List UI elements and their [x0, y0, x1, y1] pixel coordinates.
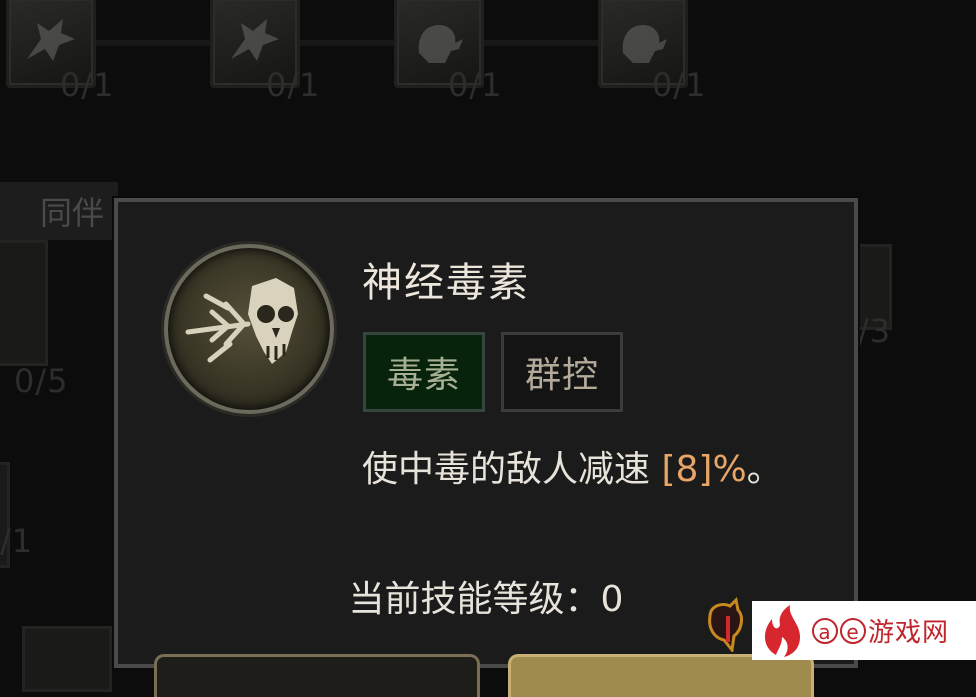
level-label: 当前技能等级：: [348, 579, 601, 620]
skill-count: /1: [0, 522, 34, 560]
watermark-text: a e 游戏网: [812, 612, 949, 649]
bear-roar-icon: [622, 25, 667, 63]
bg-skill-slot-side[interactable]: [22, 626, 112, 692]
level-value: 0: [600, 579, 624, 620]
bear-roar-icon: [418, 25, 463, 63]
companion-section-label: 同伴: [0, 182, 118, 240]
tag-crowd-control: 群控: [501, 332, 623, 412]
secondary-action-button[interactable]: [154, 654, 480, 697]
description-text: 使中毒的敌人减速: [362, 449, 662, 490]
skill-connector: [90, 40, 210, 46]
skill-count: 0/5: [14, 362, 69, 400]
watermark-brand: 游戏网: [868, 618, 950, 648]
skill-count: 0/1: [652, 66, 707, 104]
skill-description: 使中毒的敌人减速 [8]%。: [362, 440, 783, 492]
skill-count: 0/1: [266, 66, 321, 104]
skill-count: 0/1: [448, 66, 503, 104]
description-value: [8]%: [661, 449, 747, 490]
watermark-badge-icon: [708, 596, 743, 652]
wolf-icon: [27, 19, 75, 61]
skill-count: /3: [858, 312, 892, 350]
tag-poison: 毒素: [363, 332, 485, 412]
skill-connector: [296, 40, 394, 46]
skill-count: 0/1: [60, 66, 115, 104]
skill-connector: [480, 40, 598, 46]
site-watermark: a e 游戏网: [752, 601, 976, 660]
poison-skull-arrow-icon: [164, 244, 334, 414]
watermark-letter: a: [812, 617, 838, 644]
skill-title: 神经毒素: [362, 260, 530, 306]
watermark-letter: e: [840, 617, 866, 644]
wolf-icon: [231, 19, 279, 61]
primary-action-button[interactable]: [508, 654, 814, 697]
flame-logo-icon: [764, 604, 800, 657]
description-suffix: 。: [746, 449, 783, 490]
bg-skill-slot-side[interactable]: [0, 240, 48, 366]
